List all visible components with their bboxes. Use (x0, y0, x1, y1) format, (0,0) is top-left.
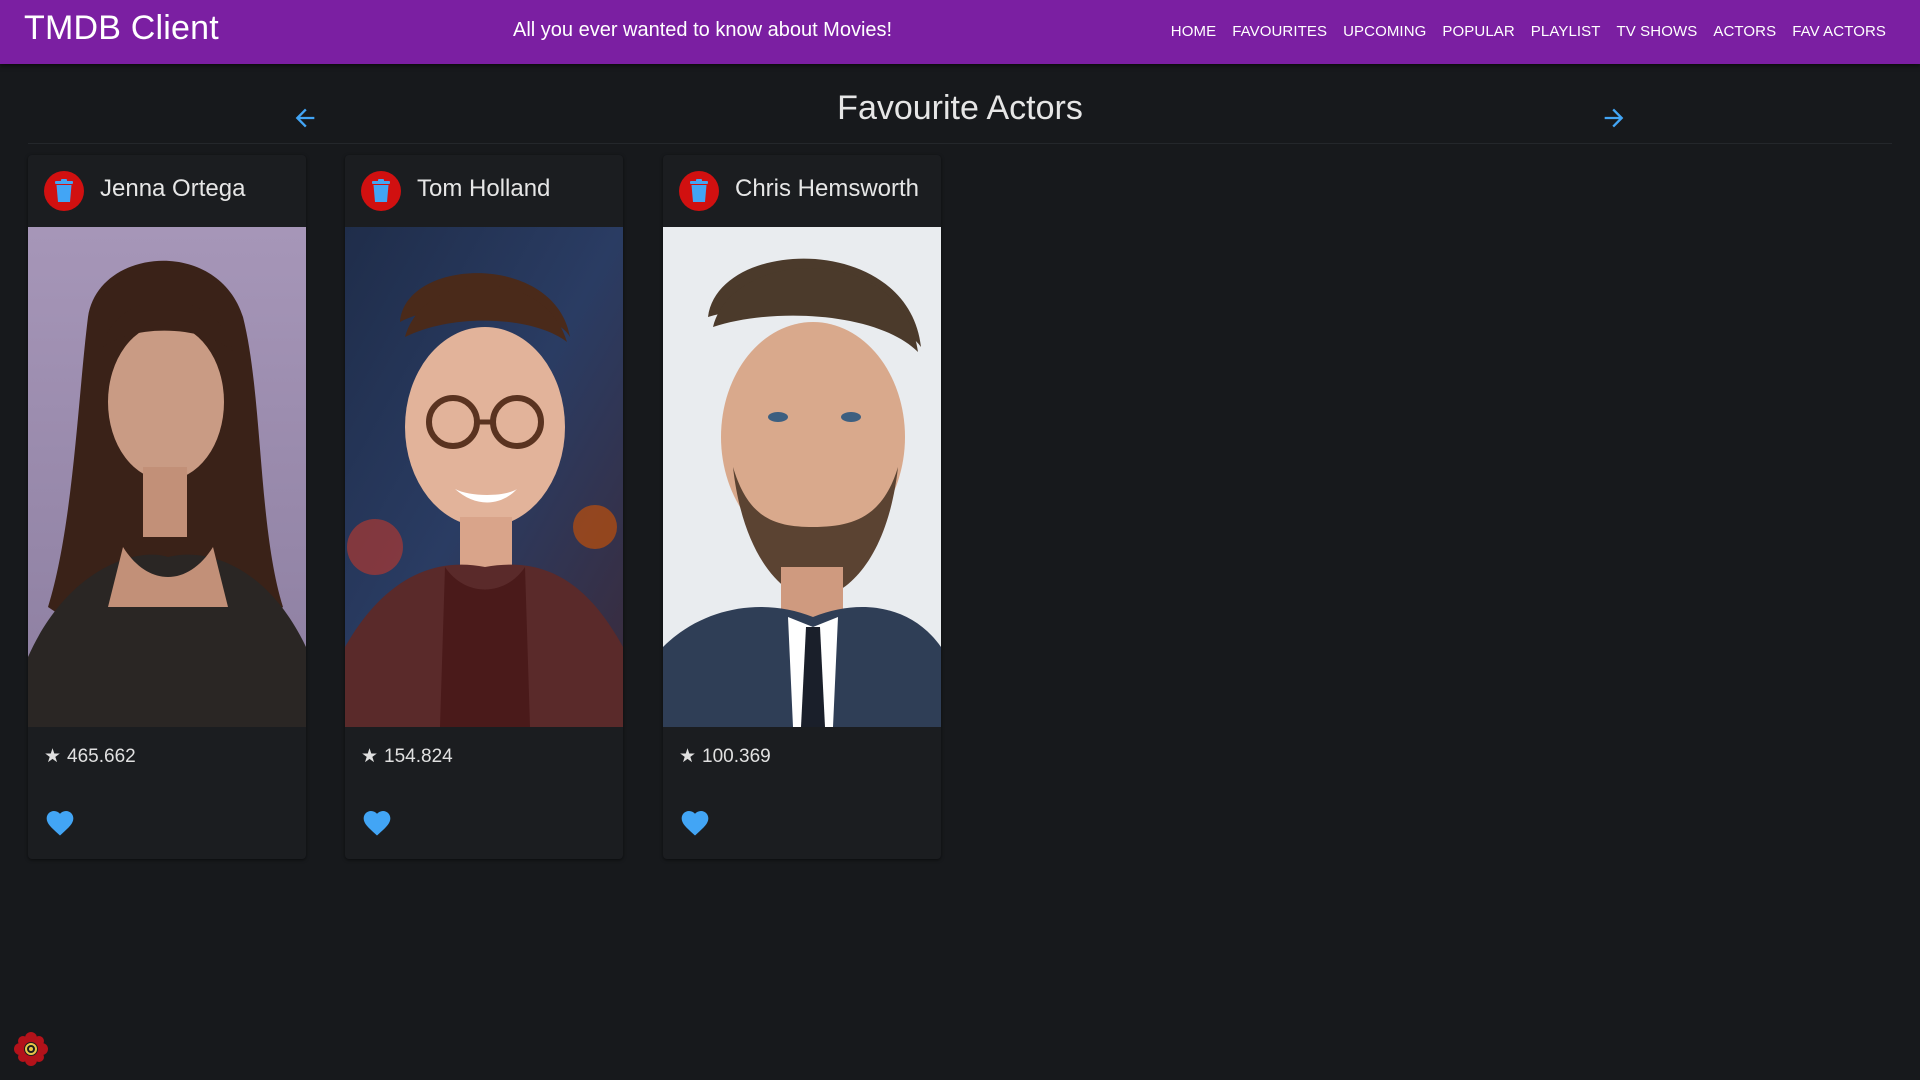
actor-name: Jenna Ortega (100, 175, 246, 202)
favourite-button[interactable] (361, 807, 393, 839)
actor-card: Tom Holland ★ 154.824 (345, 155, 623, 859)
nav-playlist[interactable]: PLAYLIST (1523, 20, 1609, 43)
heart-icon (363, 811, 391, 836)
popularity-value: 154.824 (384, 745, 453, 767)
nav-upcoming[interactable]: UPCOMING (1335, 20, 1434, 43)
app-tagline: All you ever wanted to know about Movies… (513, 19, 893, 41)
app-title: TMDB Client (24, 9, 219, 47)
nav-tv-shows[interactable]: TV SHOWS (1609, 20, 1706, 43)
popularity-value: 465.662 (67, 745, 136, 767)
heart-icon (681, 811, 709, 836)
nav-fav-actors[interactable]: FAV ACTORS (1784, 20, 1894, 43)
actor-card: Jenna Ortega ★ 465.662 (28, 155, 306, 859)
page-header: Favourite Actors (28, 86, 1892, 144)
delete-button[interactable] (679, 171, 719, 211)
card-header: Jenna Ortega (28, 155, 306, 227)
actor-photo[interactable] (345, 227, 623, 727)
popularity: ★ 154.824 (361, 745, 453, 768)
star-icon: ★ (44, 746, 62, 767)
favourite-button[interactable] (679, 807, 711, 839)
actor-photo[interactable] (28, 227, 306, 727)
card-header: Chris Hemsworth (663, 155, 941, 227)
nav-actors[interactable]: ACTORS (1705, 20, 1784, 43)
star-icon: ★ (361, 746, 379, 767)
app-bar: TMDB Client All you ever wanted to know … (0, 0, 1920, 64)
delete-button[interactable] (44, 171, 84, 211)
devtools-flower-icon[interactable] (13, 1031, 49, 1067)
trash-icon (55, 179, 73, 202)
popularity-value: 100.369 (702, 745, 771, 767)
popularity: ★ 465.662 (44, 745, 136, 768)
forward-button[interactable] (1596, 100, 1632, 136)
nav-favourites[interactable]: FAVOURITES (1224, 20, 1335, 43)
main-nav: HOME FAVOURITES UPCOMING POPULAR PLAYLIS… (1163, 20, 1894, 43)
popularity: ★ 100.369 (679, 745, 771, 768)
star-icon: ★ (679, 746, 697, 767)
nav-home[interactable]: HOME (1163, 20, 1224, 43)
actor-name: Tom Holland (417, 175, 551, 202)
arrow-right-icon (1604, 108, 1624, 128)
favourite-button[interactable] (44, 807, 76, 839)
actor-name: Chris Hemsworth (735, 175, 920, 202)
trash-icon (372, 179, 390, 202)
actor-card: Chris Hemsworth ★ 100.369 (663, 155, 941, 859)
heart-icon (46, 811, 74, 836)
actor-photo[interactable] (663, 227, 941, 727)
nav-popular[interactable]: POPULAR (1434, 20, 1522, 43)
card-header: Tom Holland (345, 155, 623, 227)
trash-icon (690, 179, 708, 202)
delete-button[interactable] (361, 171, 401, 211)
